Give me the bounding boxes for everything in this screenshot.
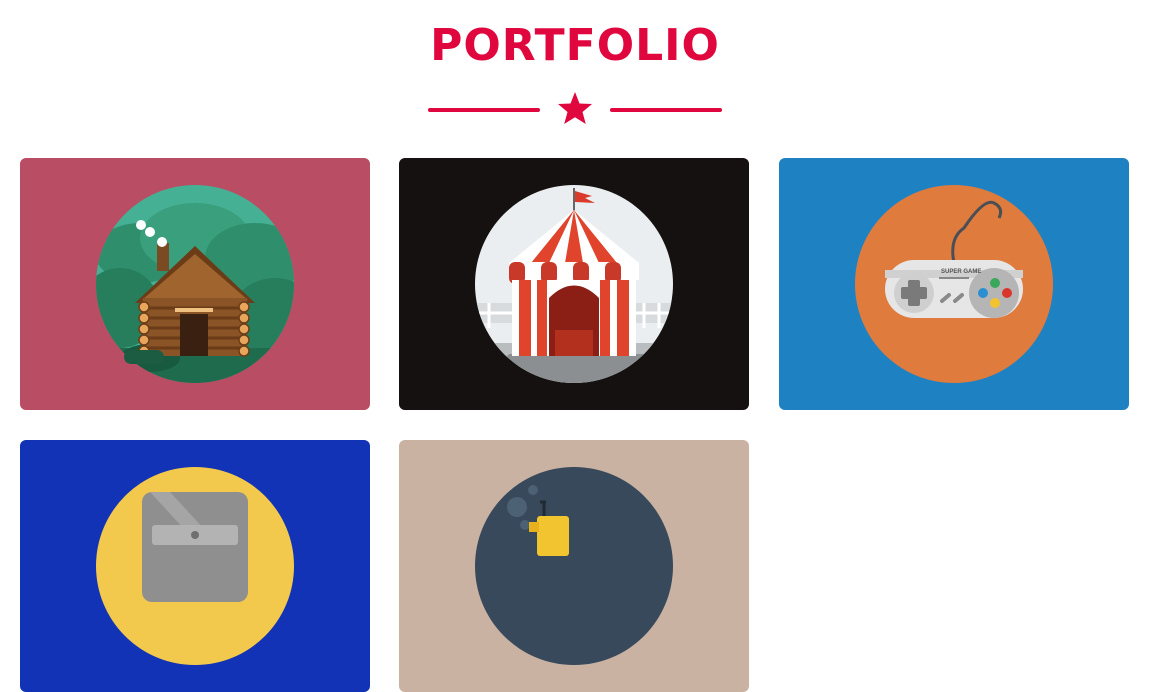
star-icon <box>558 92 592 124</box>
circus-tent-icon <box>475 185 673 383</box>
portfolio-item-cabin[interactable] <box>20 158 370 410</box>
game-controller-icon: SUPER GAME <box>855 185 1053 383</box>
portfolio-item-circus[interactable] <box>399 158 749 410</box>
log-cabin-icon <box>96 185 294 383</box>
safe-icon <box>96 467 294 665</box>
controller-brand-label: SUPER GAME <box>941 269 981 275</box>
divider-line-left <box>428 108 540 112</box>
divider-line-right <box>610 108 722 112</box>
portfolio-item-submarine[interactable] <box>399 440 749 692</box>
title-divider <box>428 90 722 130</box>
section-title: PORTFOLIO <box>430 20 720 71</box>
submarine-icon <box>475 467 673 665</box>
portfolio-item-safe[interactable] <box>20 440 370 692</box>
portfolio-item-controller[interactable]: SUPER GAME <box>779 158 1129 410</box>
